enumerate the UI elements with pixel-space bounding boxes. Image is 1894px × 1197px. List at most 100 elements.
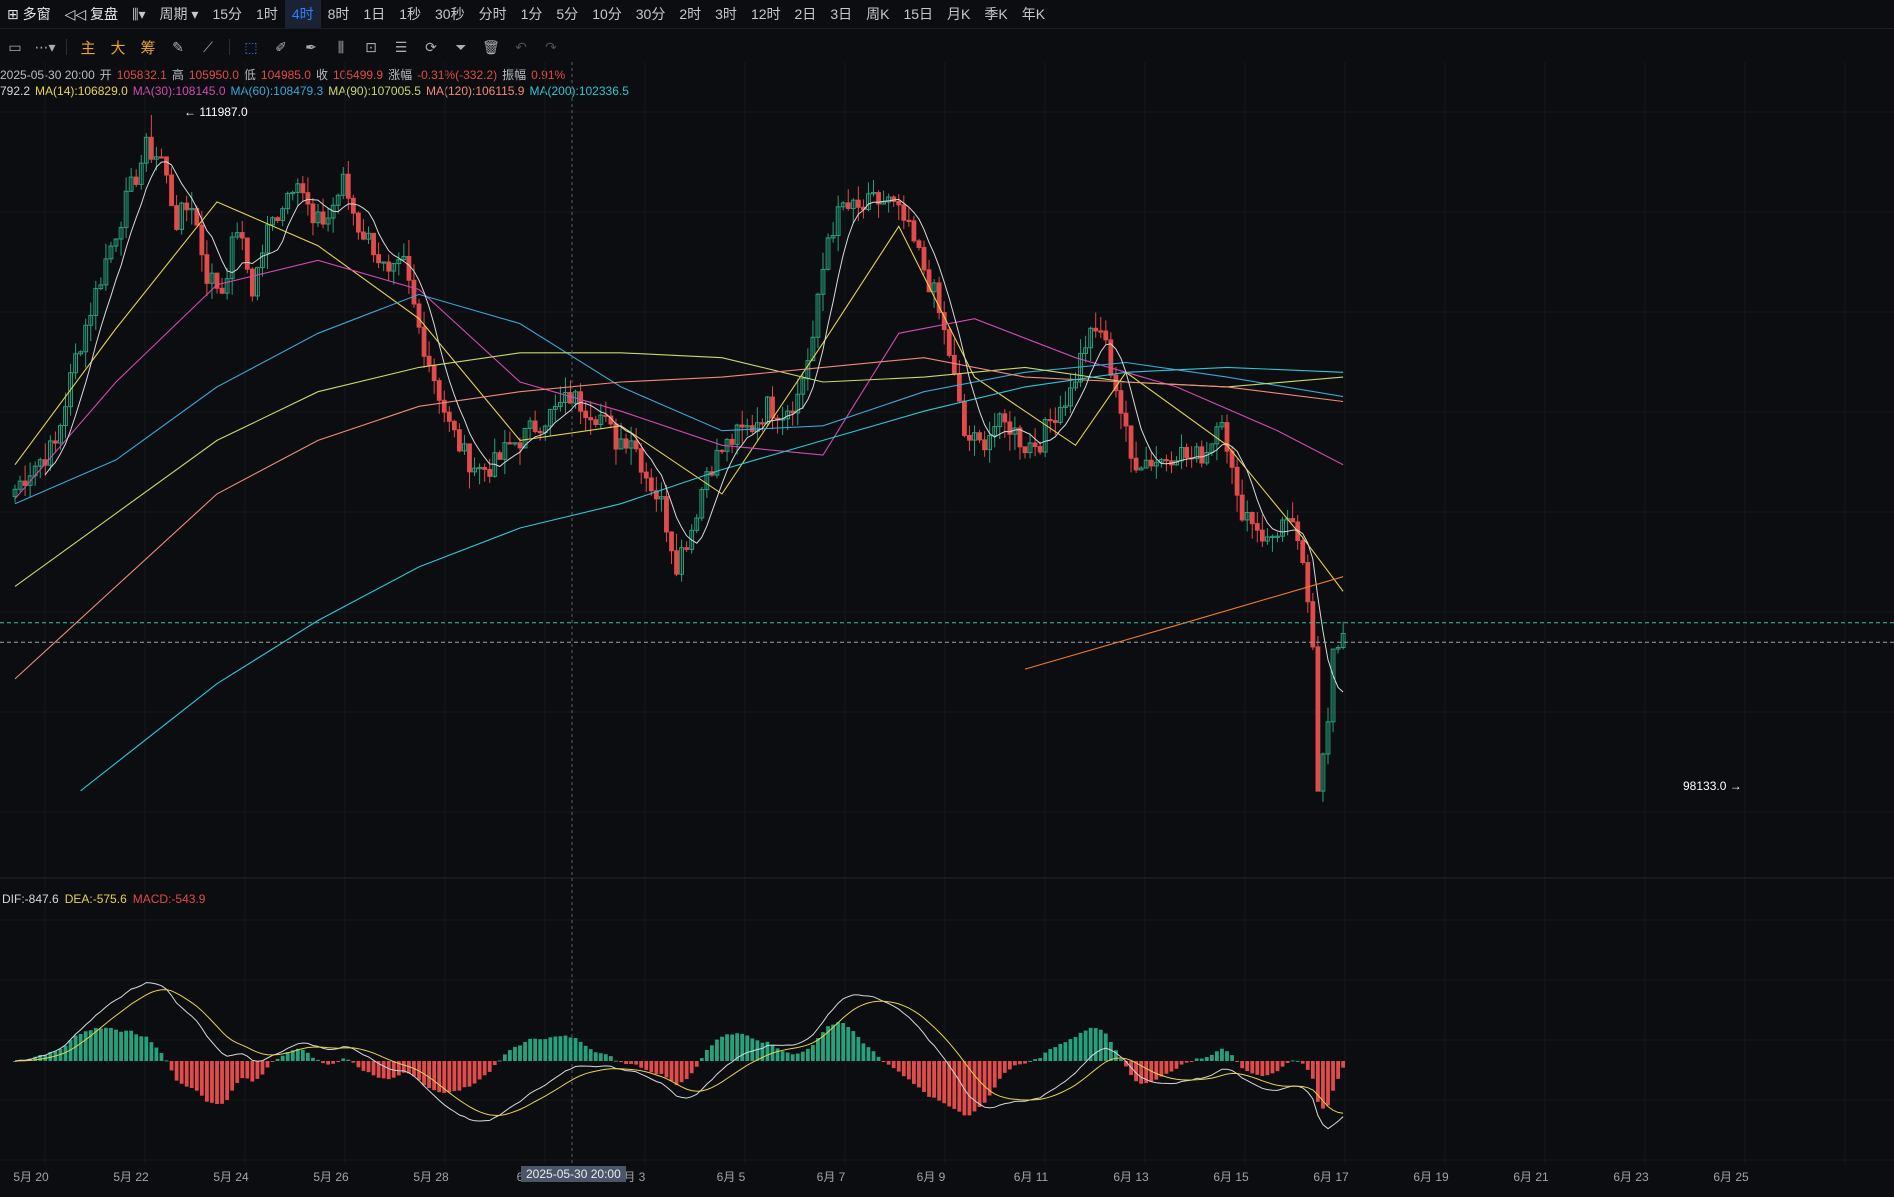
candle-down [1047, 418, 1053, 422]
macd-bar [1063, 1042, 1068, 1061]
macd-bar [609, 1056, 613, 1061]
macd-bar [755, 1040, 760, 1061]
macd-bar [502, 1054, 507, 1061]
macd-bar [1260, 1061, 1265, 1077]
macd-bar [169, 1061, 174, 1071]
candle-down [467, 443, 472, 473]
macd-bar [1285, 1061, 1290, 1063]
macd-bar [912, 1061, 916, 1084]
candle-down [729, 438, 735, 445]
macd-bar [937, 1061, 942, 1101]
macd-bar [780, 1051, 785, 1061]
macd-bar [336, 1061, 341, 1063]
macd-bar [230, 1061, 235, 1091]
candle-down [1128, 425, 1134, 459]
macd-bar [492, 1061, 497, 1066]
candle-down [916, 240, 922, 248]
macd-bar [629, 1061, 633, 1064]
macd-bar [1038, 1058, 1043, 1061]
macd-bar [139, 1036, 144, 1061]
candle-down [770, 396, 775, 419]
macd-bar [194, 1061, 199, 1091]
candle-down [537, 431, 543, 434]
macd-bar [472, 1061, 477, 1084]
candle-down [593, 419, 599, 425]
macd-bar [639, 1061, 644, 1068]
macd-bar [644, 1061, 649, 1070]
candle-down [159, 156, 164, 159]
macd-bar [704, 1049, 709, 1061]
candle-down [633, 440, 639, 450]
candle-down [406, 255, 412, 281]
crosshair-date: 2025-05-30 20:00 [521, 1166, 626, 1182]
macd-bar [189, 1061, 194, 1088]
macd-bar [811, 1045, 815, 1061]
macd-bar [1048, 1049, 1053, 1061]
macd-bar [457, 1061, 462, 1091]
candle-down [356, 212, 361, 233]
macd-bar [149, 1042, 154, 1061]
candle-down [532, 420, 538, 433]
macd-bar [1331, 1061, 1335, 1091]
candle-down [411, 279, 417, 305]
macd-bar [901, 1061, 906, 1077]
candle-down [1052, 420, 1058, 424]
macd-bar [750, 1038, 755, 1061]
macd-bar [1225, 1051, 1229, 1061]
macd-bar [199, 1061, 204, 1096]
candle-down [790, 410, 796, 414]
candle-down [1118, 390, 1124, 414]
high-marker: ← 111987.0 [184, 105, 248, 119]
candle-down [361, 231, 366, 240]
dea-value: DEA:-575.6 [64, 892, 127, 906]
macd-bar [1103, 1033, 1108, 1061]
macd-bar [866, 1047, 871, 1061]
candle-down [482, 467, 488, 470]
candle-down [936, 282, 942, 314]
macd-bar [250, 1061, 255, 1082]
candle-down [1002, 413, 1008, 423]
macd-bar [1310, 1061, 1315, 1079]
macd-bar [270, 1061, 275, 1062]
macd-bar [583, 1045, 588, 1061]
macd-bar [1169, 1061, 1174, 1072]
macd-bar [386, 1061, 391, 1080]
macd-bar [240, 1061, 245, 1079]
macd-bar [260, 1061, 265, 1075]
macd-bar [144, 1036, 149, 1061]
macd-bar [1235, 1061, 1239, 1062]
candle-down [623, 438, 629, 449]
macd-bar [790, 1054, 795, 1061]
x-tick-label: 6月 9 [916, 1170, 946, 1184]
macd-bar [1028, 1060, 1032, 1062]
candle-down [507, 442, 513, 445]
macd-bar [588, 1049, 593, 1061]
candle-down [1148, 459, 1154, 467]
macd-bar [659, 1061, 664, 1074]
x-tick-label: 6月 21 [1513, 1170, 1549, 1184]
candle-down [517, 442, 523, 449]
candle-down [1315, 646, 1321, 792]
macd-bar [1174, 1061, 1179, 1069]
ma-line-ma60 [14, 293, 1344, 505]
macd-bar [699, 1058, 704, 1061]
macd-bar [1300, 1061, 1305, 1064]
macd-bar [851, 1031, 856, 1061]
macd-bar [649, 1061, 654, 1073]
macd-bar [184, 1061, 189, 1087]
macd-bar [321, 1061, 325, 1064]
macd-bar [306, 1052, 310, 1061]
macd-bar [1098, 1029, 1103, 1061]
macd-bar [528, 1038, 532, 1061]
macd-bar [982, 1061, 987, 1103]
high-marker-value: 111987.0 [199, 105, 248, 119]
macd-bar [543, 1039, 548, 1061]
low-marker: 98133.0 → [1683, 779, 1742, 793]
macd-bar [689, 1061, 694, 1074]
candlestick-chart[interactable] [0, 0, 1894, 1197]
candle-down [921, 246, 927, 271]
candle-down [1234, 466, 1240, 496]
macd-bar [1002, 1061, 1007, 1073]
macd-bar [1295, 1060, 1300, 1062]
candle-down [891, 196, 897, 202]
